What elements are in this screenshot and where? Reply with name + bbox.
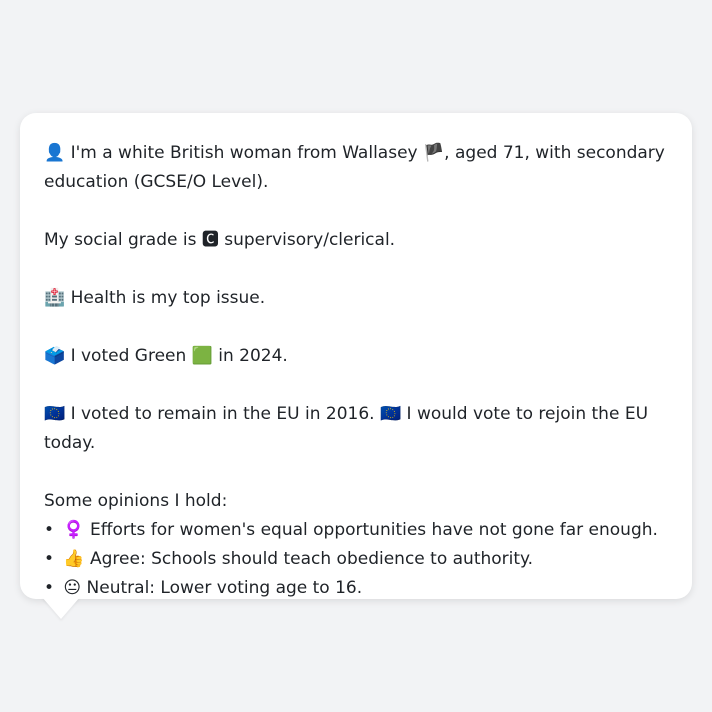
top-issue-line: 🏥 Health is my top issue. [44,284,672,313]
bubble-tail [42,597,80,619]
social-grade-line: My social grade is 🅲 supervisory/clerica… [44,226,672,255]
intro-text: I'm a white British woman from Wallasey [70,143,418,163]
social-grade-value: supervisory/clerical. [224,230,396,250]
opinion-text: Agree: Schools should teach obedience to… [89,549,534,569]
list-item: • 👍 Agree: Schools should teach obedienc… [44,545,672,574]
opinion-text: Efforts for women's equal opportunities … [89,520,658,540]
eu-line: 🇪🇺 I voted to remain in the EU in 2016. … [44,400,672,458]
eu-flag-icon: 🇪🇺 [44,404,66,424]
eu-flag-icon: 🇪🇺 [379,404,402,424]
opinions-heading: Some opinions I hold: [44,491,228,511]
bullet: • [44,549,55,569]
list-item: • 😐 Neutral: Lower voting age to 16. [44,574,672,603]
opinion-text: Neutral: Lower voting age to 16. [86,578,363,598]
social-grade-text: My social grade is [44,230,197,250]
eu-2016-text: I voted to remain in the EU in 2016. [70,404,375,424]
person-icon: 👤 [44,143,66,163]
ballot-box-icon: 🗳️ [44,346,66,366]
vote-line: 🗳️ I voted Green 🟩 in 2024. [44,342,672,371]
hospital-icon: 🏥 [44,288,66,308]
letter-c-icon: 🅲 [201,230,219,250]
opinions-list: • ♀️ Efforts for women's equal opportuni… [44,516,672,603]
intro-line: 👤 I'm a white British woman from Wallase… [44,139,672,197]
vote-text: I voted Green [70,346,187,366]
top-issue-text: Health is my top issue. [70,288,266,308]
green-square-icon: 🟩 [191,346,213,366]
list-item: • ♀️ Efforts for women's equal opportuni… [44,516,672,545]
bullet: • [44,520,55,540]
vote-year-text: in 2024. [218,346,288,366]
england-flag-icon: 🏴 [423,143,445,163]
female-sign-icon: ♀️ [63,520,85,540]
thumbs-up-icon: 👍 [63,549,85,569]
chat-bubble: 👤 I'm a white British woman from Wallase… [20,113,692,599]
